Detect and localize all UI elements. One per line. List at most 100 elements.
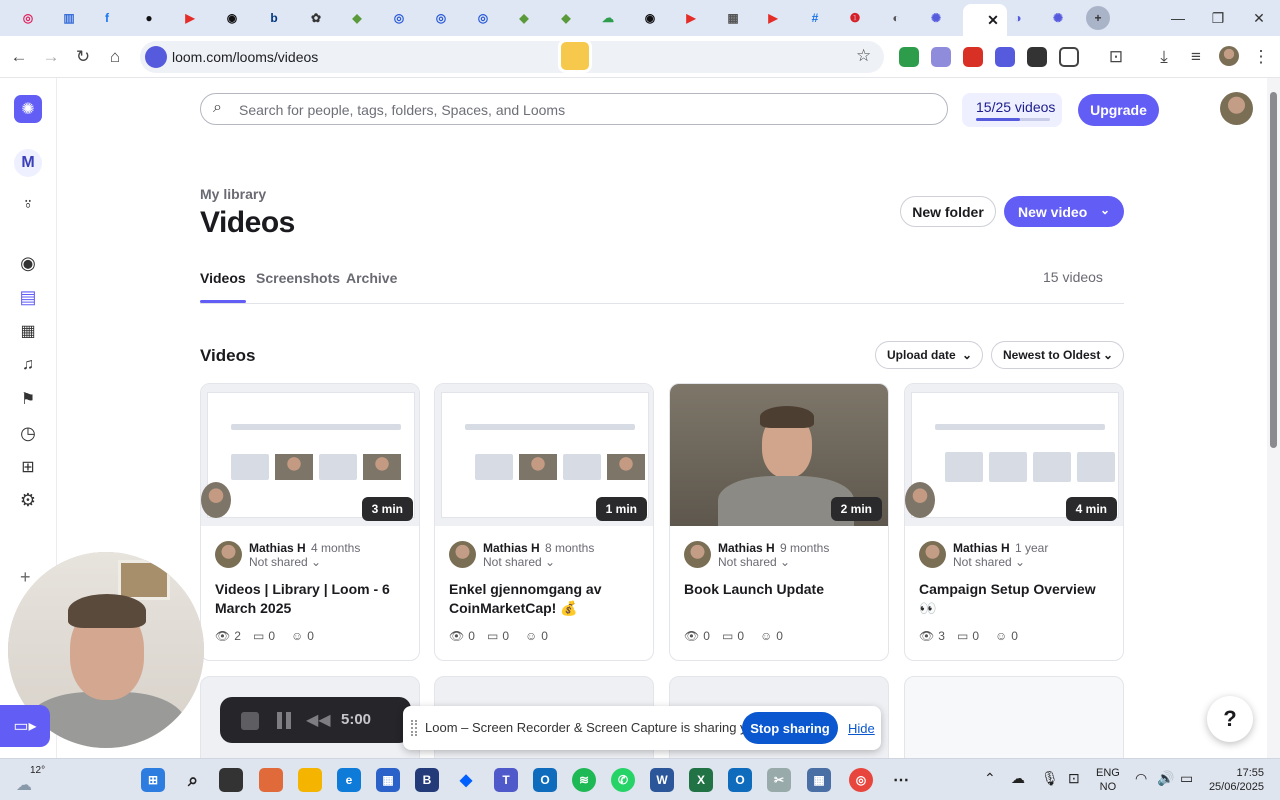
minimize-icon[interactable]: — <box>1163 6 1193 30</box>
pause-icon[interactable] <box>277 712 291 729</box>
tab-youtube-icon[interactable]: ▶ <box>679 6 703 30</box>
extension-icon[interactable] <box>963 47 983 67</box>
media-control-icon[interactable]: ≡ <box>1183 44 1209 70</box>
tab-chart-icon[interactable]: ▥ <box>57 6 81 30</box>
invite-user-icon[interactable]: ⍤ <box>14 190 42 218</box>
restart-icon[interactable]: ◀◀ <box>306 710 331 730</box>
store-icon[interactable]: ▦ <box>376 768 400 792</box>
video-title[interactable]: Videos | Library | Loom - 6 March 2025 <box>215 580 405 618</box>
tab-circle-icon[interactable]: ◎ <box>387 6 411 30</box>
tab-search-icon[interactable]: ⊡ <box>1103 44 1129 70</box>
video-card[interactable]: 1 min Mathias H 8 months Not shared ⌄ En… <box>434 383 654 661</box>
tab-globe-icon[interactable]: ◐ <box>884 6 908 30</box>
video-quota-badge[interactable]: 15/25 videos <box>962 93 1062 127</box>
tab-upwork-icon[interactable]: ● <box>137 6 161 30</box>
profile-icon[interactable]: ◉ <box>14 249 42 277</box>
tab-shopify-icon[interactable]: ◆ <box>512 6 536 30</box>
close-tab-icon[interactable]: ✕ <box>987 12 999 29</box>
volume-icon[interactable]: 🔊 <box>1157 771 1174 785</box>
tab-screenshots[interactable]: Screenshots <box>256 270 340 286</box>
battery-icon[interactable]: ▭ <box>1180 771 1193 785</box>
loom-logo-icon[interactable]: ✺ <box>14 95 42 123</box>
sharing-status[interactable]: Not shared ⌄ <box>249 555 321 569</box>
stop-recording-icon[interactable] <box>241 712 259 730</box>
chrome-icon[interactable]: ◎ <box>849 768 873 792</box>
forward-icon[interactable]: → <box>38 44 64 70</box>
wifi-icon[interactable]: ◠ <box>1135 771 1147 785</box>
input-language[interactable]: ENG NO <box>1096 766 1120 794</box>
tab-threads-icon[interactable]: ◉ <box>220 6 244 30</box>
microphone-icon[interactable]: 🎙 <box>1041 771 1059 785</box>
video-card[interactable]: 3 min Mathias H 4 months Not shared ⌄ Vi… <box>200 383 420 661</box>
omnibox[interactable]: loom.com/looms/videos ☆ <box>140 39 884 73</box>
video-title[interactable]: Enkel gjennomgang av CoinMarketCap! 💰 <box>449 580 639 618</box>
tab-youtube-icon[interactable]: ▶ <box>178 6 202 30</box>
search-icon[interactable]: ⌕ <box>181 768 205 792</box>
video-title[interactable]: Campaign Setup Overview 👀 <box>919 580 1109 618</box>
tab-circle-icon[interactable]: ◎ <box>471 6 495 30</box>
tab-hash-icon[interactable]: # <box>803 6 827 30</box>
windows-start-icon[interactable]: ⊞ <box>141 768 165 792</box>
new-folder-button[interactable]: New folder <box>900 196 996 227</box>
sharing-status[interactable]: Not shared ⌄ <box>953 555 1025 569</box>
sort-order-dropdown[interactable]: Newest to Oldest ⌄ <box>991 341 1124 369</box>
workspace-avatar[interactable]: M <box>14 149 42 177</box>
new-video-button[interactable]: New video ⌄ <box>1004 196 1124 227</box>
clock[interactable]: 17:55 25/06/2025 <box>1206 766 1264 794</box>
video-card[interactable] <box>904 676 1124 768</box>
stop-sharing-button[interactable]: Stop sharing <box>742 712 838 744</box>
loom-extension-popup-icon[interactable] <box>558 39 592 73</box>
spotify-icon[interactable]: ≋ <box>572 768 596 792</box>
tab-shopify-icon[interactable]: ◆ <box>554 6 578 30</box>
drag-handle-icon[interactable] <box>411 720 417 736</box>
video-title[interactable]: Book Launch Update <box>684 580 874 599</box>
tab-youtube-icon[interactable]: ▶ <box>761 6 785 30</box>
maximize-icon[interactable]: ❐ <box>1203 6 1233 30</box>
video-thumbnail[interactable]: 1 min <box>435 384 653 526</box>
tab-shopify-icon[interactable]: ◆ <box>345 6 369 30</box>
tab-videos[interactable]: Videos <box>200 270 246 303</box>
task-view-icon[interactable] <box>219 768 243 792</box>
bell-icon[interactable]: ♫ <box>14 351 42 379</box>
video-card[interactable]: 4 min Mathias H 1 year Not shared ⌄ Camp… <box>904 383 1124 661</box>
tab-facebook-icon[interactable]: f <box>95 6 119 30</box>
extension-icon[interactable] <box>1027 47 1047 67</box>
outlook-icon[interactable]: O <box>533 768 557 792</box>
calendar-icon[interactable]: ▦ <box>14 317 42 345</box>
sort-field-dropdown[interactable]: Upload date ⌄ <box>875 341 983 369</box>
upgrade-button[interactable]: Upgrade <box>1078 94 1159 126</box>
menu-kebab-icon[interactable]: ⋮ <box>1248 44 1274 70</box>
tab-loom-icon[interactable]: ◑ <box>1006 6 1030 30</box>
video-thumbnail[interactable]: 4 min <box>905 384 1123 526</box>
record-camera-button[interactable]: ▭▸ <box>0 705 50 747</box>
tab-booking-icon[interactable]: b <box>262 6 286 30</box>
snipping-tool-icon[interactable]: ✂ <box>767 768 791 792</box>
extensions-puzzle-icon[interactable] <box>1059 47 1079 67</box>
dropbox-icon[interactable]: ◆ <box>454 768 478 792</box>
gift-icon[interactable]: ⊞ <box>14 453 42 481</box>
tab-circle-icon[interactable]: ◎ <box>429 6 453 30</box>
word-icon[interactable]: W <box>650 768 674 792</box>
page-scrollbar[interactable] <box>1267 78 1280 768</box>
copilot-icon[interactable] <box>259 768 283 792</box>
new-tab-button[interactable]: + <box>1086 6 1110 30</box>
video-thumbnail[interactable]: 2 min <box>670 384 888 526</box>
site-info-icon[interactable] <box>145 46 167 68</box>
more-apps-icon[interactable]: ⋯ <box>889 768 913 792</box>
outlook-icon[interactable]: O <box>728 768 752 792</box>
extension-icon[interactable] <box>995 47 1015 67</box>
sharing-status[interactable]: Not shared ⌄ <box>483 555 555 569</box>
help-button[interactable]: ? <box>1207 696 1253 742</box>
tab-loom-icon[interactable]: ✺ <box>924 6 948 30</box>
weather-widget[interactable]: ☁ 12° <box>14 765 46 795</box>
library-icon[interactable]: ▤ <box>14 283 42 311</box>
tab-grid-icon[interactable]: ▦ <box>721 6 745 30</box>
tab-app-icon[interactable]: ❶ <box>843 6 867 30</box>
tab-target-icon[interactable]: ◎ <box>16 6 40 30</box>
profile-avatar[interactable] <box>1219 46 1239 66</box>
onedrive-icon[interactable]: ☁ <box>1011 771 1025 785</box>
reload-icon[interactable]: ↻ <box>70 44 96 70</box>
breadcrumb[interactable]: My library <box>200 186 266 202</box>
tab-openai-icon[interactable]: ✿ <box>304 6 328 30</box>
extension-icon[interactable] <box>931 47 951 67</box>
